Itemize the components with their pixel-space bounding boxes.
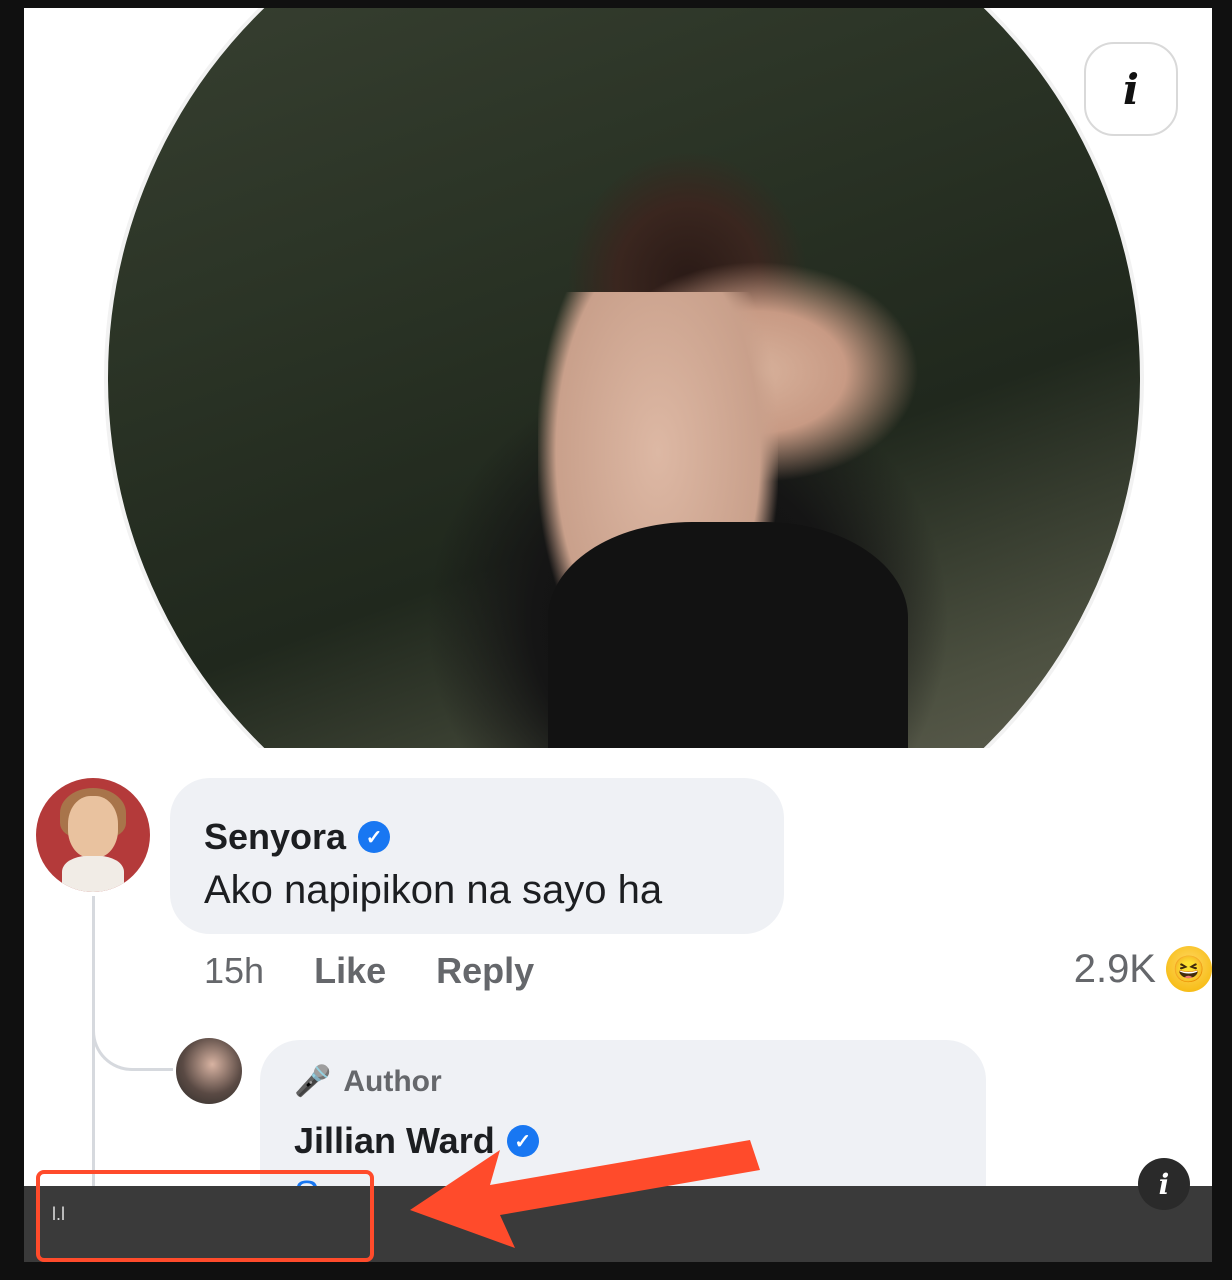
comment-timestamp[interactable]: 15h (204, 950, 264, 992)
reaction-summary[interactable]: 2.9K 😆 (1074, 946, 1212, 992)
cover-photo-container (84, 8, 1144, 748)
verified-badge-icon: ✓ (358, 821, 391, 853)
profile-photo[interactable] (104, 8, 1144, 748)
facebook-post-screen: i Senyora ✓ Ako napipikon na sayo ha 15h… (24, 8, 1212, 1262)
comment-bubble: Senyora ✓ Ako napipikon na sayo ha (170, 778, 784, 934)
info-icon[interactable]: i (1084, 42, 1178, 136)
annotation-arrow-icon (410, 1140, 760, 1248)
avatar[interactable] (36, 778, 150, 892)
info-icon[interactable]: i (1138, 1158, 1190, 1210)
like-button[interactable]: Like (314, 950, 386, 992)
microphone-icon: 🎤 (294, 1065, 332, 1098)
annotation-highlight-box (36, 1170, 374, 1262)
author-badge: 🎤 Author (294, 1064, 442, 1099)
haha-emoji-icon: 😆 (1166, 946, 1212, 992)
comment-author-name[interactable]: Senyora (204, 816, 346, 858)
reaction-count: 2.9K (1073, 946, 1156, 991)
reply-button[interactable]: Reply (436, 950, 534, 992)
photo-subject-top (548, 522, 908, 748)
author-badge-label: Author (343, 1064, 442, 1098)
comment-text: Ako napipikon na sayo ha (204, 868, 663, 912)
reply-avatar[interactable] (176, 1038, 242, 1104)
avatar-face (68, 796, 118, 858)
avatar-body (62, 856, 124, 892)
comment-author-row: Senyora ✓ (204, 816, 391, 858)
comment-actions: 15h Like Reply (204, 950, 534, 992)
